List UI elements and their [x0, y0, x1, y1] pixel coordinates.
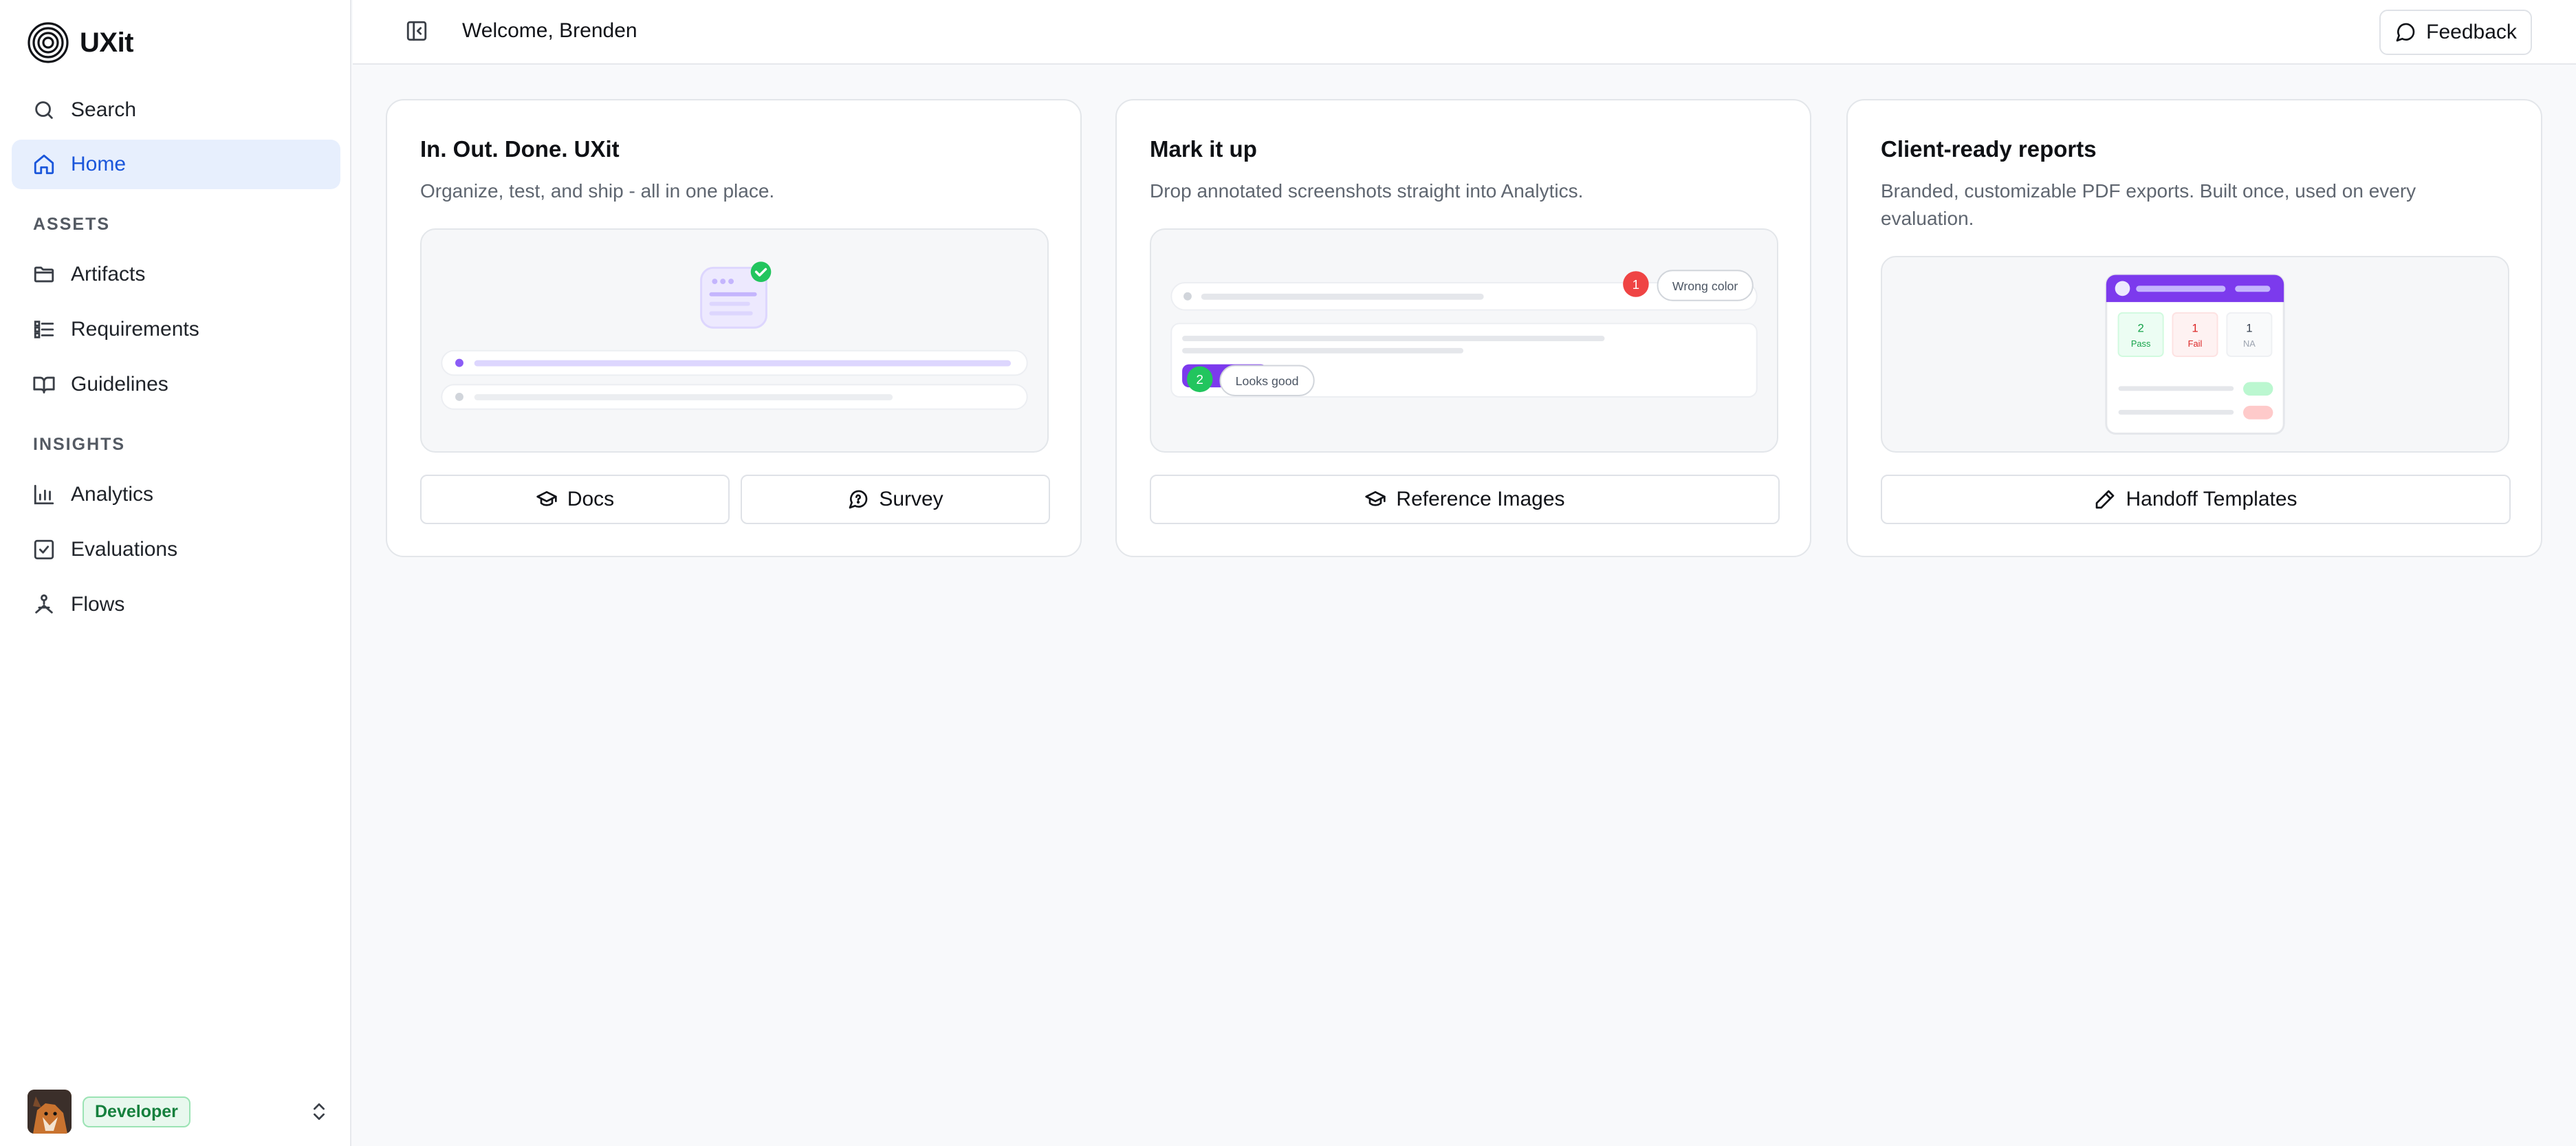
welcome-text: Welcome, Brenden — [462, 19, 637, 42]
card-client-ready-reports: Client-ready reports Branded, customizab… — [1846, 99, 2542, 557]
stat-fail-value: 1 — [2192, 321, 2198, 334]
feedback-button[interactable]: Feedback — [2379, 10, 2532, 55]
pen-icon — [2096, 490, 2115, 509]
stat-na-label: NA — [2243, 338, 2256, 349]
report-illustration: 2 Pass 1 Fail 1 NA — [2105, 274, 2285, 435]
graduation-cap-icon — [1365, 491, 1386, 506]
flow-icon — [35, 594, 53, 614]
message-circle-icon — [849, 490, 868, 509]
survey-button[interactable]: Survey — [741, 475, 1050, 524]
graduation-cap-icon — [536, 491, 557, 506]
sidebar-item-artifacts[interactable]: Artifacts — [12, 250, 340, 299]
sidebar-item-label: Search — [71, 98, 137, 121]
card-title: Client-ready reports — [1881, 136, 2097, 162]
sidebar-item-analytics[interactable]: Analytics — [12, 470, 340, 519]
docs-button[interactable]: Docs — [420, 475, 730, 524]
brand-name: UXit — [80, 27, 134, 58]
docs-button-label: Docs — [567, 488, 615, 510]
message-circle-icon — [2396, 23, 2415, 42]
card-title: In. Out. Done. UXit — [420, 136, 620, 162]
sidebar-toggle-icon[interactable] — [405, 19, 428, 43]
role-badge: Developer — [83, 1096, 190, 1127]
sidebar-item-label: Home — [71, 153, 127, 175]
top-header: Welcome, Brenden Feedback — [353, 0, 2576, 65]
brand[interactable]: UXit — [26, 21, 134, 65]
annotation-2-number: 2 — [1197, 372, 1203, 387]
card-description: Organize, test, and ship - all in one pl… — [420, 180, 775, 202]
home-icon — [34, 154, 54, 175]
sidebar-item-guidelines[interactable]: Guidelines — [12, 360, 340, 409]
reference-images-button[interactable]: Reference Images — [1150, 475, 1780, 524]
organize-illustration — [441, 261, 1028, 410]
sidebar-item-label: Artifacts — [71, 263, 146, 285]
sidebar-item-label: Analytics — [71, 483, 154, 506]
sidebar: UXit Search Home ASSETS Artifacts Requir… — [0, 0, 351, 1146]
chevrons-up-down-icon[interactable] — [308, 1101, 330, 1123]
card-preview-illustration: 1 Wrong color 2 Looks good — [1150, 228, 1778, 453]
annotation-2-text: Looks good — [1236, 374, 1299, 388]
book-icon — [33, 376, 55, 393]
sidebar-item-search[interactable]: Search — [12, 85, 340, 135]
sidebar-item-evaluations[interactable]: Evaluations — [12, 525, 340, 574]
stat-na-value: 1 — [2246, 321, 2252, 334]
card-description: Branded, customizable PDF exports. Built… — [1881, 180, 2416, 229]
card-mark-it-up: Mark it up Drop annotated screenshots st… — [1115, 99, 1811, 557]
avatar — [28, 1090, 72, 1134]
bar-chart-icon — [34, 484, 54, 505]
annotation-1-text: Wrong color — [1672, 279, 1738, 293]
sidebar-item-label: Guidelines — [71, 373, 168, 396]
section-title-assets: ASSETS — [33, 215, 111, 234]
avatar-image — [28, 1090, 72, 1134]
card-in-out-done: In. Out. Done. UXit Organize, test, and … — [386, 99, 1082, 557]
reference-images-button-label: Reference Images — [1396, 488, 1565, 510]
checkbox-icon — [34, 539, 54, 560]
user-menu[interactable]: Developer — [28, 1090, 330, 1134]
card-preview-illustration: 2 Pass 1 Fail 1 NA — [1881, 256, 2509, 453]
sidebar-item-home[interactable]: Home — [12, 140, 340, 189]
stat-fail-label: Fail — [2188, 338, 2203, 349]
list-icon — [34, 321, 54, 338]
section-title-insights: INSIGHTS — [33, 435, 126, 454]
sidebar-item-label: Requirements — [71, 318, 199, 340]
uxit-logo-icon — [28, 22, 69, 63]
card-title: Mark it up — [1150, 136, 1257, 162]
stat-pass-value: 2 — [2137, 321, 2143, 334]
sidebar-item-label: Flows — [71, 593, 125, 616]
survey-button-label: Survey — [879, 488, 943, 510]
stat-pass-label: Pass — [2131, 338, 2150, 349]
sidebar-item-requirements[interactable]: Requirements — [12, 305, 340, 354]
annotation-1-number: 1 — [1633, 277, 1639, 292]
handoff-templates-button-label: Handoff Templates — [2126, 488, 2297, 510]
feedback-label: Feedback — [2426, 21, 2517, 43]
card-description: Drop annotated screenshots straight into… — [1150, 180, 1584, 202]
sidebar-item-flows[interactable]: Flows — [12, 580, 340, 629]
sidebar-item-label: Evaluations — [71, 538, 178, 561]
folder-icon — [34, 266, 54, 283]
search-icon — [35, 101, 53, 119]
annotation-illustration: 1 Wrong color 2 Looks good — [1170, 270, 1758, 398]
handoff-templates-button[interactable]: Handoff Templates — [1881, 475, 2511, 524]
card-preview-illustration — [420, 228, 1049, 453]
